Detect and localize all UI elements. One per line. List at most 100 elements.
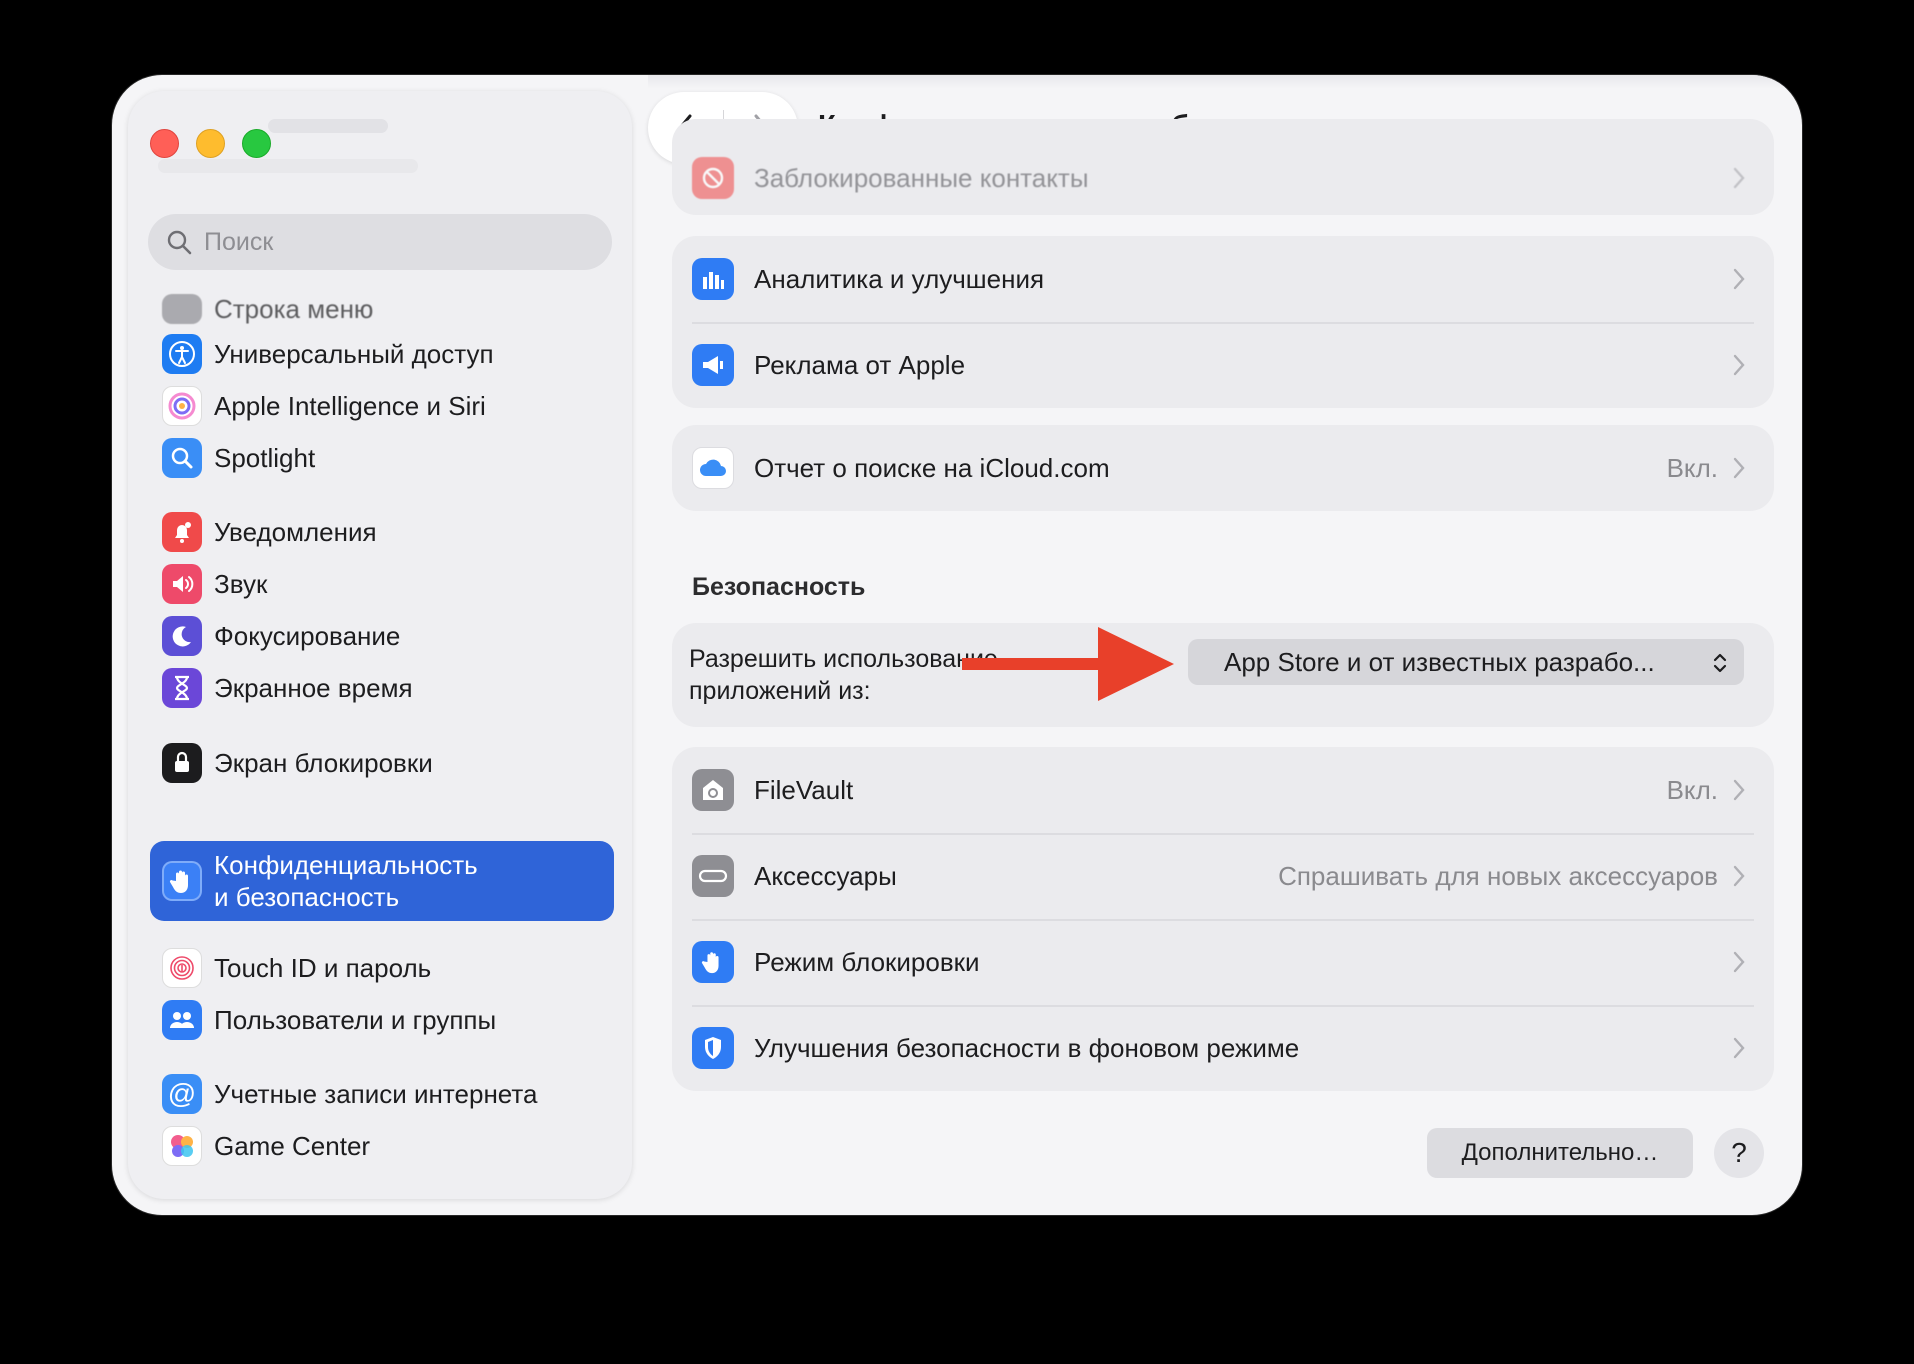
sidebar-item-label: Учетные записи интернета: [214, 1078, 538, 1109]
accessories-row[interactable]: Аксессуары Спрашивать для новых аксессуа…: [672, 833, 1774, 919]
search-placeholder: Поиск: [204, 227, 274, 256]
row-label: Заблокированные контакты: [754, 162, 1089, 193]
minimize-window-button[interactable]: [196, 129, 225, 158]
annotation-arrow-icon: [962, 627, 1174, 701]
scrolled-content-fade: [648, 75, 1802, 89]
security-card: FileVault Вкл. Аксессуары Спрашивать для…: [672, 747, 1774, 1091]
sidebar: Строка меню Поиск Универсальный доступ A…: [128, 91, 632, 1199]
search-icon: [167, 230, 192, 255]
sidebar-item-label: Экранное время: [214, 672, 413, 703]
sidebar-item-notifications[interactable]: Уведомления: [150, 502, 614, 562]
chevron-right-icon: [1733, 354, 1745, 376]
chevron-right-icon: [1733, 167, 1745, 189]
advertising-icon: [692, 344, 734, 386]
accessory-icon: [692, 855, 734, 897]
sidebar-item-label: Экран блокировки: [214, 747, 433, 778]
advanced-button[interactable]: Дополнительно…: [1427, 1128, 1693, 1178]
blurred-sidebar-text: [268, 119, 388, 133]
chevron-up-down-icon: [1713, 653, 1727, 673]
background-security-row[interactable]: Улучшения безопасности в фоновом режиме: [672, 1005, 1774, 1091]
window-controls: [150, 129, 271, 158]
sidebar-item-label-line2: и безопасность: [214, 882, 400, 912]
shield-icon: [692, 1027, 734, 1069]
row-label: FileVault: [754, 774, 854, 805]
row-label: Аналитика и улучшения: [754, 263, 1045, 294]
sidebar-item-menu-bar[interactable]: Строка меню: [150, 291, 614, 327]
row-label: Отчет о поиске на iCloud.com: [754, 452, 1110, 483]
allow-apps-card: Разрешить использование приложений из: A…: [672, 623, 1774, 727]
security-section-title: Безопасность: [692, 573, 866, 601]
filevault-icon: [692, 769, 734, 811]
zoom-window-button[interactable]: [242, 129, 271, 158]
sidebar-item-screen-time[interactable]: Экранное время: [150, 658, 614, 718]
row-value: Вкл.: [1666, 452, 1718, 483]
filevault-row[interactable]: FileVault Вкл.: [672, 747, 1774, 833]
game-center-icon: [162, 1126, 202, 1166]
screen-time-icon: [162, 668, 202, 708]
help-button[interactable]: ?: [1714, 1128, 1764, 1178]
sidebar-item-label: Пользователи и группы: [214, 1004, 497, 1035]
row-value: Вкл.: [1666, 774, 1718, 805]
allow-apps-label-line1: Разрешить использование: [689, 645, 998, 673]
row-label: Аксессуары: [754, 860, 897, 891]
fingerprint-icon: [162, 948, 202, 988]
sidebar-item-apple-intelligence[interactable]: Apple Intelligence и Siri: [150, 376, 614, 436]
blocked-contacts-card: Заблокированные контакты: [672, 119, 1774, 215]
accessibility-icon: [162, 334, 202, 374]
settings-window: Строка меню Поиск Универсальный доступ A…: [112, 75, 1802, 1215]
privacy-hand-icon: [162, 861, 202, 901]
chevron-right-icon: [1733, 1037, 1745, 1059]
sidebar-item-label: Apple Intelligence и Siri: [214, 390, 486, 421]
spotlight-icon: [162, 438, 202, 478]
sidebar-item-spotlight[interactable]: Spotlight: [150, 428, 614, 488]
sidebar-item-game-center[interactable]: Game Center: [150, 1116, 614, 1176]
sidebar-item-label: Звук: [214, 568, 268, 599]
sidebar-item-privacy-security[interactable]: Конфиденциальность и безопасность: [150, 841, 614, 921]
allow-apps-label-line2: приложений из:: [689, 677, 871, 705]
blocked-contacts-row[interactable]: Заблокированные контакты: [672, 119, 1774, 215]
sidebar-item-accessibility[interactable]: Универсальный доступ: [150, 324, 614, 384]
chevron-right-icon: [1733, 457, 1745, 479]
users-icon: [162, 1000, 202, 1040]
sidebar-item-label: Game Center: [214, 1130, 371, 1161]
icloud-report-row[interactable]: Отчет о поиске на iCloud.com Вкл.: [672, 425, 1774, 511]
sidebar-item-users-groups[interactable]: Пользователи и группы: [150, 990, 614, 1050]
sidebar-item-sound[interactable]: Звук: [150, 554, 614, 614]
row-label: Режим блокировки: [754, 946, 980, 977]
at-sign-icon: @: [162, 1074, 202, 1114]
popup-selected-value: App Store и от известных разрабо...: [1224, 646, 1655, 677]
sidebar-item-label: Фокусирование: [214, 620, 401, 651]
sidebar-item-touch-id[interactable]: Touch ID и пароль: [150, 938, 614, 998]
row-value: Спрашивать для новых аксессуаров: [1278, 860, 1718, 891]
search-input[interactable]: Поиск: [148, 214, 612, 270]
analytics-icon: [692, 258, 734, 300]
allow-apps-label: Разрешить использование приложений из:: [689, 643, 998, 707]
focus-moon-icon: [162, 616, 202, 656]
lock-screen-icon: [162, 743, 202, 783]
chevron-right-icon: [1733, 779, 1745, 801]
sidebar-item-label: Конфиденциальность и безопасность: [214, 849, 478, 913]
apple-intelligence-icon: [162, 386, 202, 426]
blocked-icon: [692, 157, 734, 199]
lockdown-hand-icon: [692, 941, 734, 983]
analytics-card: Аналитика и улучшения Реклама от Apple: [672, 236, 1774, 408]
chevron-right-icon: [1733, 951, 1745, 973]
chevron-right-icon: [1733, 268, 1745, 290]
allow-apps-popup[interactable]: App Store и от известных разрабо...: [1188, 639, 1744, 685]
lockdown-mode-row[interactable]: Режим блокировки: [672, 919, 1774, 1005]
sidebar-item-label: Строка меню: [214, 293, 374, 324]
notifications-icon: [162, 512, 202, 552]
apple-advertising-row[interactable]: Реклама от Apple: [672, 322, 1774, 408]
analytics-row[interactable]: Аналитика и улучшения: [672, 236, 1774, 322]
chevron-right-icon: [1733, 865, 1745, 887]
sidebar-item-internet-accounts[interactable]: @ Учетные записи интернета: [150, 1064, 614, 1124]
row-label: Реклама от Apple: [754, 349, 966, 380]
sidebar-item-lock-screen[interactable]: Экран блокировки: [150, 733, 614, 793]
sound-icon: [162, 564, 202, 604]
close-window-button[interactable]: [150, 129, 179, 158]
sidebar-item-focus[interactable]: Фокусирование: [150, 606, 614, 666]
icloud-report-card: Отчет о поиске на iCloud.com Вкл.: [672, 425, 1774, 511]
blurred-sidebar-text: [158, 159, 418, 173]
menu-bar-icon: [162, 294, 202, 324]
sidebar-item-label: Touch ID и пароль: [214, 952, 432, 983]
